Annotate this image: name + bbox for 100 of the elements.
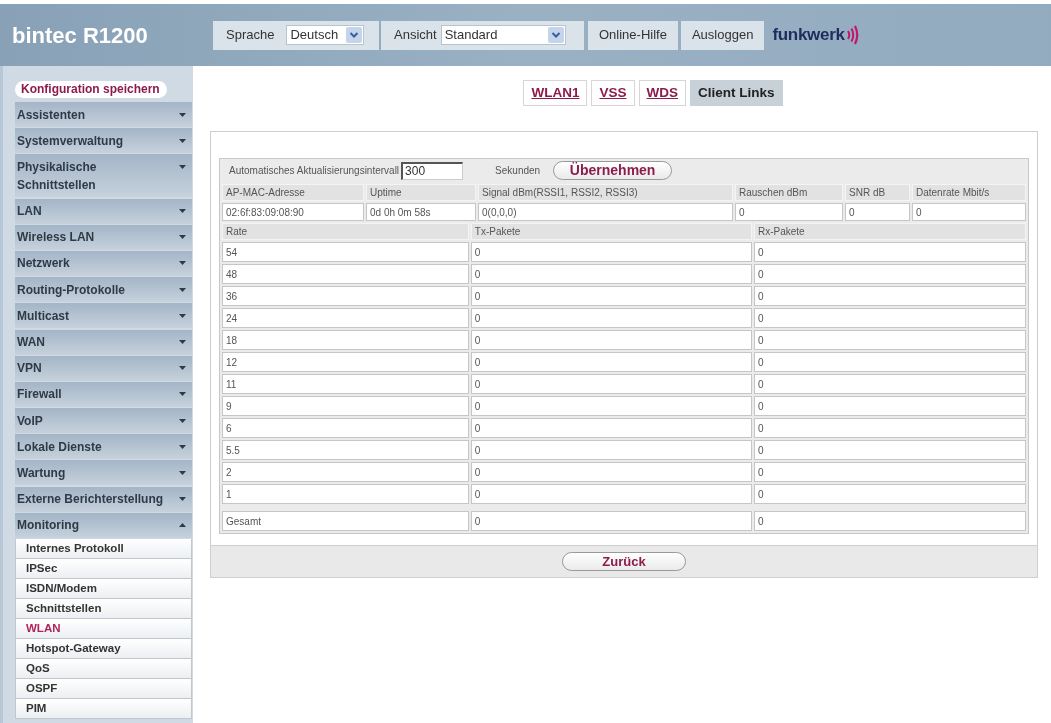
table-cell: 24 [222, 308, 469, 328]
table-cell: 0 [470, 418, 752, 438]
back-button[interactable]: Zurück [562, 552, 686, 571]
interval-input[interactable]: 300 [401, 161, 464, 180]
column-header: Tx-Pakete [470, 223, 752, 240]
menu-item[interactable]: Routing-Protokolle [15, 277, 192, 303]
view-label: Ansicht [394, 26, 437, 45]
table-cell: 1 [222, 484, 469, 504]
table-cell: 0 [735, 203, 843, 221]
submenu-item[interactable]: WLAN [15, 618, 192, 639]
table-cell: 36 [222, 286, 469, 306]
table-cell: 48 [222, 264, 469, 284]
column-header: SNR dB [845, 184, 910, 201]
interval-label: Automatisches Aktualisierungsintervall [229, 164, 400, 178]
menu-item[interactable]: Lokale Dienste [15, 434, 192, 460]
menu-item[interactable]: WAN [15, 329, 192, 355]
menu-item[interactable]: Monitoring [15, 512, 192, 538]
table-cell: 0 [470, 484, 752, 504]
tab[interactable]: WDS [638, 80, 686, 106]
table-cell: 0 [470, 242, 752, 262]
table-cell: 0 [470, 264, 752, 284]
menu-item[interactable]: Wireless LAN [15, 224, 192, 250]
product-title: bintec R1200 [11, 21, 149, 50]
tab[interactable]: Client Links [690, 80, 783, 106]
table-cell: 0 [912, 203, 1026, 221]
submenu-item[interactable]: ISDN/Modem [15, 578, 192, 599]
menu-item[interactable]: Physikalische Schnittstellen [15, 154, 192, 198]
tab[interactable]: VSS [591, 80, 635, 106]
table-cell: 0 [470, 440, 752, 460]
table-cell: 12 [222, 352, 469, 372]
table-cell: 0d 0h 0m 58s [366, 203, 476, 221]
table-cell: 18 [222, 330, 469, 350]
table-cell: 0 [753, 308, 1026, 328]
table-cell: 0 [753, 484, 1026, 504]
table-cell: 0 [753, 352, 1026, 372]
total-cell: Gesamt [222, 511, 469, 531]
total-cell: 0 [753, 511, 1026, 531]
column-header: Signal dBm(RSSI1, RSSI2, RSSI3) [478, 184, 733, 201]
table-cell: 11 [222, 374, 469, 394]
menu-item[interactable]: VoIP [15, 408, 192, 434]
header-button[interactable]: Online-Hilfe [588, 20, 678, 50]
table-cell: 0 [753, 374, 1026, 394]
menu-item[interactable]: Netzwerk [15, 250, 192, 276]
submenu-item[interactable]: Hotspot-Gateway [15, 638, 192, 659]
submenu-item[interactable]: PIM [15, 698, 192, 719]
menu-item[interactable]: Assistenten [15, 102, 192, 127]
column-header: AP-MAC-Adresse [222, 184, 364, 201]
logo-text: funkwerk [772, 24, 845, 47]
column-header: Rx-Pakete [753, 223, 1026, 240]
menu-item[interactable]: Systemverwaltung [15, 128, 192, 154]
save-configuration-button[interactable]: Konfiguration speichern [15, 81, 167, 98]
table-cell: 0 [753, 264, 1026, 284]
table-cell: 0 [470, 286, 752, 306]
chevron-down-icon [547, 27, 564, 43]
table-cell: 0 [470, 374, 752, 394]
column-header: Datenrate Mbit/s [912, 184, 1026, 201]
table-cell: 54 [222, 242, 469, 262]
column-header: Uptime [366, 184, 476, 201]
tab[interactable]: WLAN1 [523, 80, 588, 106]
submenu-item[interactable]: IPSec [15, 558, 192, 579]
header-button[interactable]: Ausloggen [680, 20, 765, 50]
total-cell: 0 [470, 511, 752, 531]
table-cell: 5.5 [222, 440, 469, 460]
unit-label: Sekunden [495, 164, 541, 178]
table-cell: 0 [753, 462, 1026, 482]
table-cell: 0 [845, 203, 910, 221]
view-select[interactable]: Standard [440, 25, 566, 45]
submenu-item[interactable]: QoS [15, 658, 192, 679]
table-cell: 0 [470, 352, 752, 372]
table-cell: 0 [470, 396, 752, 416]
table-cell: 2 [222, 462, 469, 482]
apply-button[interactable]: Übernehmen [553, 161, 673, 180]
table-cell: 0(0,0,0) [478, 203, 733, 221]
table-cell: 0 [753, 440, 1026, 460]
table-cell: 0 [753, 330, 1026, 350]
column-header: Rate [222, 223, 469, 240]
table-cell: 0 [753, 396, 1026, 416]
table-cell: 9 [222, 396, 469, 416]
table-cell: 0 [470, 330, 752, 350]
table-cell: 02:6f:83:09:08:90 [222, 203, 364, 221]
menu-item[interactable]: Externe Berichterstellung [15, 486, 192, 512]
language-select[interactable]: Deutsch [286, 25, 365, 45]
table-cell: 0 [470, 462, 752, 482]
submenu-item[interactable]: Internes Protokoll [15, 538, 192, 559]
column-header: Rauschen dBm [735, 184, 843, 201]
signal-waves-icon [845, 25, 859, 45]
menu-item[interactable]: LAN [15, 198, 192, 224]
chevron-down-icon [346, 27, 363, 43]
table-cell: 0 [753, 242, 1026, 262]
menu-item[interactable]: Firewall [15, 381, 192, 407]
menu-item[interactable]: Wartung [15, 460, 192, 486]
menu-item[interactable]: Multicast [15, 303, 192, 329]
table-cell: 0 [753, 418, 1026, 438]
submenu-item[interactable]: OSPF [15, 678, 192, 699]
submenu-item[interactable]: Schnittstellen [15, 598, 192, 619]
language-label: Sprache [226, 26, 275, 45]
table-cell: 6 [222, 418, 469, 438]
table-cell: 0 [470, 308, 752, 328]
table-cell: 0 [753, 286, 1026, 306]
menu-item[interactable]: VPN [15, 355, 192, 381]
